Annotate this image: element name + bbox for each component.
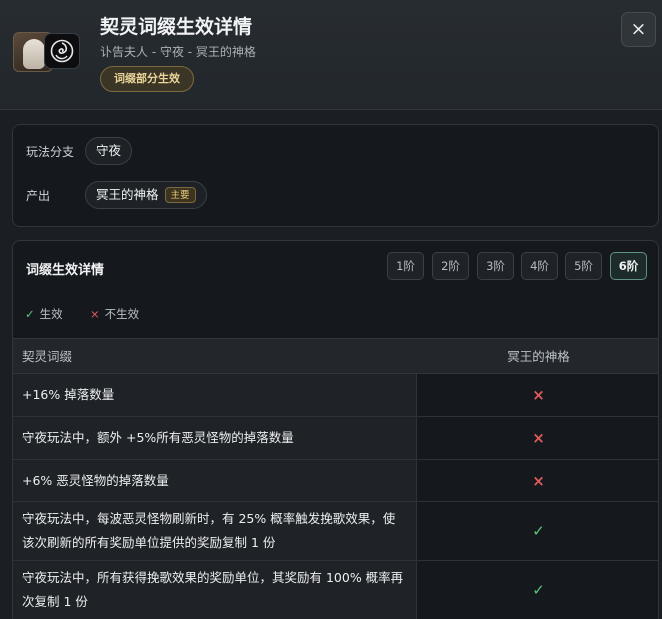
primary-tag: 主要 bbox=[164, 187, 196, 203]
affix-cell: +6% 恶灵怪物的掉落数量 bbox=[13, 460, 417, 501]
legend-not-effective: × 不生效 bbox=[90, 306, 139, 322]
mode-value: 守夜 bbox=[96, 143, 122, 158]
effective-icon: ✓ bbox=[532, 581, 545, 599]
cross-icon: × bbox=[90, 307, 100, 321]
not-effective-icon: × bbox=[532, 429, 545, 447]
table-row: 守夜玩法中，额外 +5%所有恶灵怪物的掉落数量 × bbox=[13, 417, 658, 460]
check-icon: ✓ bbox=[25, 307, 35, 321]
legend-not-effective-label: 不生效 bbox=[104, 307, 140, 321]
output-label: 产出 bbox=[26, 189, 51, 203]
table-row: +6% 恶灵怪物的掉落数量 × bbox=[13, 460, 658, 502]
tier-6-button[interactable]: 6阶 bbox=[610, 252, 647, 280]
affix-cell: 守夜玩法中，每波恶灵怪物刷新时，有 25% 概率触发挽歌效果，使该次刷新的所有奖… bbox=[13, 502, 417, 560]
status-badge: 词缀部分生效 bbox=[100, 66, 194, 92]
table-row: 守夜玩法中，每波恶灵怪物刷新时，有 25% 概率触发挽歌效果，使该次刷新的所有奖… bbox=[13, 502, 658, 561]
mode-label: 玩法分支 bbox=[26, 145, 75, 159]
effective-icon: ✓ bbox=[532, 522, 545, 540]
tier-2-button[interactable]: 2阶 bbox=[432, 252, 469, 280]
column-header-affix: 契灵词缀 bbox=[22, 349, 73, 364]
affix-cell: +16% 掉落数量 bbox=[13, 374, 417, 416]
swirl-emblem-icon bbox=[44, 33, 80, 69]
dialog-subtitle: 讣告夫人 - 守夜 - 冥王的神格 bbox=[100, 45, 256, 59]
dialog-header: 契灵词缀生效详情 讣告夫人 - 守夜 - 冥王的神格 词缀部分生效 × bbox=[0, 0, 662, 110]
detail-card: 词缀生效详情 1阶 2阶 3阶 4阶 5阶 6阶 ✓ 生效 × 不生效 契灵词缀 冥… bbox=[12, 240, 659, 619]
table-row: +16% 掉落数量 × bbox=[13, 374, 658, 417]
affix-cell: 守夜玩法中，所有获得挽歌效果的奖励单位，其奖励有 100% 概率再次复制 1 份 bbox=[13, 561, 417, 619]
output-value: 冥王的神格 bbox=[96, 187, 159, 202]
output-pill: 冥王的神格 主要 bbox=[85, 181, 207, 209]
close-button[interactable]: × bbox=[621, 12, 656, 47]
info-card: 玩法分支 守夜 产出 冥王的神格 主要 bbox=[12, 124, 659, 227]
tier-5-button[interactable]: 5阶 bbox=[565, 252, 602, 280]
legend-effective: ✓ 生效 bbox=[25, 306, 63, 322]
dialog-title: 契灵词缀生效详情 bbox=[100, 16, 253, 38]
table-row: 守夜玩法中，所有获得挽歌效果的奖励单位，其奖励有 100% 概率再次复制 1 份… bbox=[13, 561, 658, 619]
legend-effective-label: 生效 bbox=[39, 307, 63, 321]
detail-title: 词缀生效详情 bbox=[26, 263, 105, 278]
table-header: 契灵词缀 冥王的神格 bbox=[13, 338, 658, 374]
tier-3-button[interactable]: 3阶 bbox=[477, 252, 514, 280]
not-effective-icon: × bbox=[532, 386, 545, 404]
mode-pill: 守夜 bbox=[85, 137, 133, 165]
tier-1-button[interactable]: 1阶 bbox=[387, 252, 424, 280]
affix-cell: 守夜玩法中，额外 +5%所有恶灵怪物的掉落数量 bbox=[13, 417, 417, 459]
column-header-output: 冥王的神格 bbox=[507, 349, 570, 364]
close-icon: × bbox=[630, 18, 647, 40]
tier-4-button[interactable]: 4阶 bbox=[521, 252, 558, 280]
portrait-figure bbox=[23, 39, 45, 69]
not-effective-icon: × bbox=[532, 471, 545, 490]
